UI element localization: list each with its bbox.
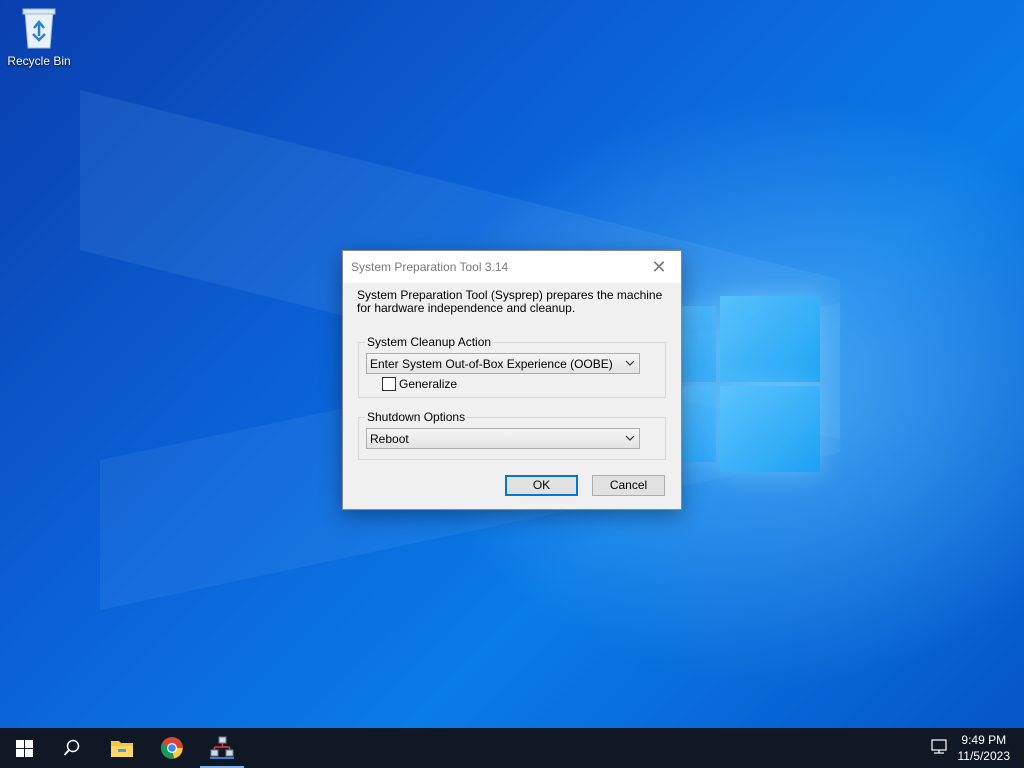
file-explorer-icon — [111, 741, 133, 757]
desktop: Recycle Bin System Preparation Tool 3.14… — [0, 0, 1024, 728]
taskbar-file-explorer[interactable] — [98, 728, 146, 768]
group-legend: System Cleanup Action — [365, 335, 494, 349]
checkbox-box[interactable] — [382, 377, 396, 391]
cleanup-action-dropdown[interactable]: Enter System Out-of-Box Experience (OOBE… — [366, 353, 640, 374]
group-legend: Shutdown Options — [365, 410, 468, 424]
dialog-titlebar[interactable]: System Preparation Tool 3.14 ✕ — [343, 251, 681, 283]
clock-time: 9:49 PM — [961, 733, 1007, 747]
dropdown-value: Enter System Out-of-Box Experience (OOBE… — [370, 357, 613, 371]
chrome-icon — [161, 737, 183, 759]
start-icon — [15, 739, 33, 757]
dropdown-value: Reboot — [370, 432, 409, 446]
ok-button[interactable]: OK — [505, 475, 578, 496]
network-app-icon — [210, 736, 234, 759]
dialog-title: System Preparation Tool 3.14 — [351, 260, 509, 274]
dialog-description: System Preparation Tool (Sysprep) prepar… — [357, 288, 663, 315]
network-status-icon[interactable] — [930, 738, 948, 756]
search-icon — [63, 739, 80, 756]
shutdown-options-dropdown[interactable]: Reboot — [366, 428, 640, 449]
cancel-button[interactable]: Cancel — [592, 475, 665, 496]
taskbar-chrome[interactable] — [148, 728, 196, 768]
taskbar-clock[interactable]: 9:49 PM 11/5/2023 — [958, 732, 1011, 764]
cleanup-action-group: System Cleanup Action Enter System Out-o… — [358, 335, 666, 398]
taskbar: 9:49 PM 11/5/2023 — [0, 728, 1024, 768]
close-button[interactable]: ✕ — [637, 251, 681, 283]
desktop-icon-recycle-bin[interactable]: Recycle Bin — [4, 6, 74, 68]
generalize-checkbox[interactable]: Generalize — [382, 377, 457, 391]
windows-logo-wallpaper — [680, 288, 825, 483]
recycle-bin-icon — [19, 6, 59, 50]
chevron-down-icon — [625, 435, 635, 441]
checkbox-label: Generalize — [399, 377, 458, 391]
shutdown-options-group: Shutdown Options Reboot — [358, 410, 666, 460]
desktop-icon-label: Recycle Bin — [7, 54, 71, 68]
close-icon: ✕ — [651, 256, 667, 277]
clock-date: 11/5/2023 — [957, 749, 1011, 763]
taskbar-network-app[interactable] — [198, 728, 246, 768]
start-button[interactable] — [0, 728, 48, 768]
sysprep-dialog: System Preparation Tool 3.14 ✕ System Pr… — [342, 250, 682, 510]
chevron-down-icon — [625, 360, 635, 366]
search-button[interactable] — [48, 728, 96, 768]
